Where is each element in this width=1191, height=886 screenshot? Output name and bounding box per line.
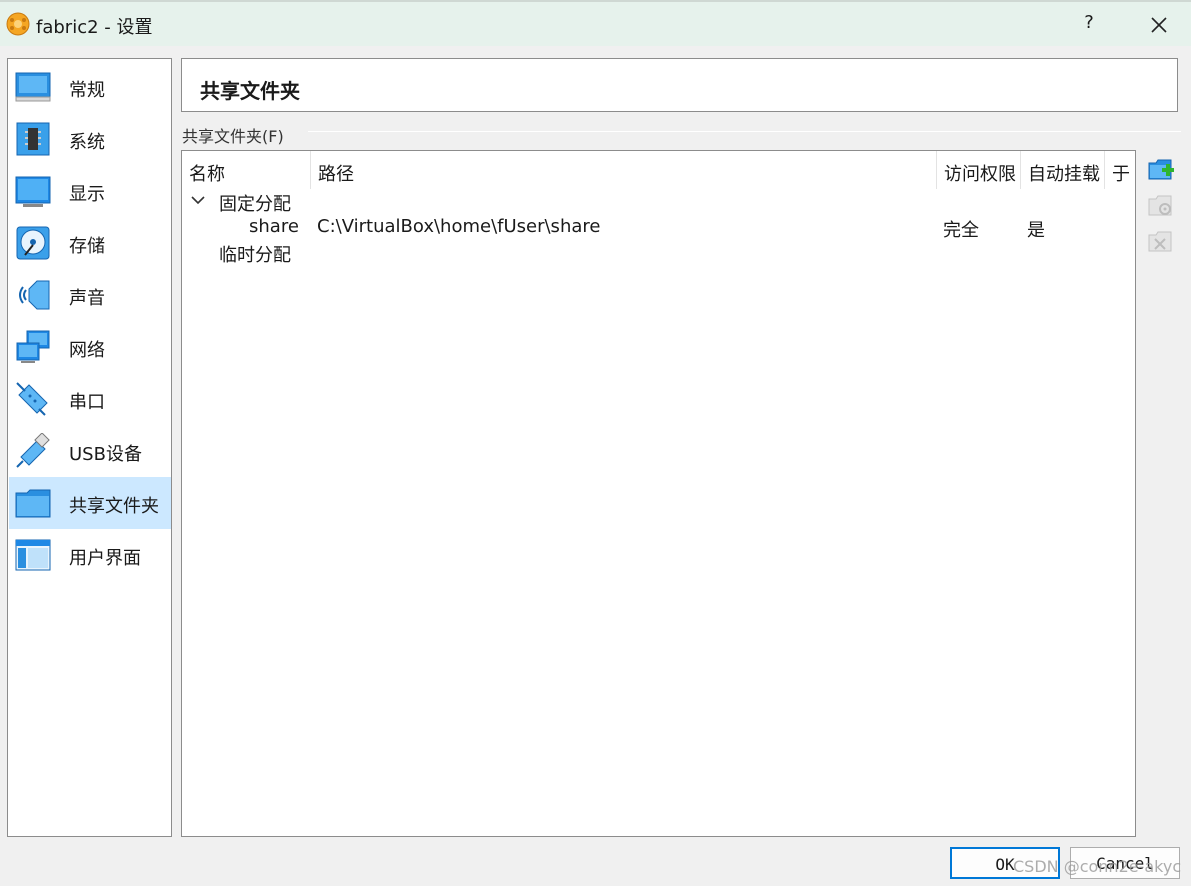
help-button[interactable]: ? bbox=[1078, 12, 1100, 38]
add-shared-folder-icon[interactable] bbox=[1147, 155, 1175, 183]
tree-group-transient[interactable]: 临时分配 bbox=[219, 241, 291, 267]
general-icon bbox=[15, 72, 51, 102]
settings-sidebar: 常规 系统 显示 存储 声音 网络 串口 USB设备 共享文件夹 用户界面 bbox=[7, 58, 172, 837]
column-header-access[interactable]: 访问权限 bbox=[937, 151, 1021, 189]
cell-name: share bbox=[249, 216, 299, 237]
sidebar-item-label: 共享文件夹 bbox=[69, 496, 159, 517]
virtualbox-app-icon bbox=[6, 12, 30, 36]
system-icon bbox=[16, 122, 50, 156]
sidebar-item-label: 串口 bbox=[69, 392, 105, 413]
serial-port-icon bbox=[16, 382, 48, 416]
display-icon bbox=[15, 176, 51, 207]
user-interface-icon bbox=[15, 539, 51, 571]
watermark-text: CSDN @conn2e-akyc bbox=[1013, 857, 1182, 876]
column-header-automount[interactable]: 自动挂载 bbox=[1021, 151, 1105, 189]
cell-path: C:\VirtualBox\home\fUser\share bbox=[317, 216, 601, 237]
close-icon[interactable] bbox=[1146, 12, 1172, 38]
shared-folder-icon bbox=[15, 489, 51, 518]
usb-icon bbox=[16, 433, 50, 468]
storage-icon bbox=[16, 226, 50, 260]
sidebar-item-usb[interactable]: USB设备 bbox=[9, 425, 171, 477]
page-header: 共享文件夹 bbox=[181, 58, 1178, 112]
network-icon bbox=[16, 330, 50, 363]
column-header-name[interactable]: 名称 bbox=[182, 151, 311, 189]
sidebar-item-label: 存储 bbox=[69, 236, 105, 257]
sidebar-item-label: 用户界面 bbox=[69, 548, 141, 569]
sidebar-item-label: 声音 bbox=[69, 288, 105, 309]
sidebar-item-label: 网络 bbox=[69, 340, 105, 361]
cell-access: 完全 bbox=[943, 220, 979, 241]
group-divider bbox=[308, 131, 1181, 132]
sidebar-item-user-interface[interactable]: 用户界面 bbox=[9, 529, 171, 581]
sidebar-item-label: 系统 bbox=[69, 132, 105, 153]
sidebar-item-label: 显示 bbox=[69, 184, 105, 205]
edit-shared-folder-icon[interactable] bbox=[1147, 191, 1175, 219]
audio-icon bbox=[19, 280, 50, 310]
column-header-at[interactable]: 于 bbox=[1105, 151, 1135, 189]
title-bar: fabric2 - 设置 ? bbox=[0, 0, 1191, 46]
sidebar-item-label: USB设备 bbox=[69, 444, 142, 465]
sidebar-item-system[interactable]: 系统 bbox=[9, 113, 171, 165]
sidebar-item-general[interactable]: 常规 bbox=[9, 61, 171, 113]
shared-folders-group-label: 共享文件夹(F) bbox=[182, 127, 284, 146]
sidebar-item-storage[interactable]: 存储 bbox=[9, 217, 171, 269]
remove-shared-folder-icon[interactable] bbox=[1147, 227, 1175, 255]
sidebar-item-shared-folders[interactable]: 共享文件夹 bbox=[9, 477, 171, 529]
sidebar-item-audio[interactable]: 声音 bbox=[9, 269, 171, 321]
chevron-down-icon[interactable] bbox=[190, 193, 206, 207]
sidebar-item-display[interactable]: 显示 bbox=[9, 165, 171, 217]
column-header-path[interactable]: 路径 bbox=[311, 151, 937, 189]
shared-folders-table[interactable]: 名称 路径 访问权限 自动挂载 于 固定分配 share C:\VirtualB… bbox=[181, 150, 1136, 837]
tree-group-fixed[interactable]: 固定分配 bbox=[219, 190, 291, 216]
window-title: fabric2 - 设置 bbox=[36, 17, 153, 38]
cell-automount: 是 bbox=[1027, 220, 1045, 241]
sidebar-item-label: 常规 bbox=[69, 80, 105, 101]
sidebar-item-serial-port[interactable]: 串口 bbox=[9, 373, 171, 425]
sidebar-item-network[interactable]: 网络 bbox=[9, 321, 171, 373]
page-title: 共享文件夹 bbox=[200, 79, 300, 103]
